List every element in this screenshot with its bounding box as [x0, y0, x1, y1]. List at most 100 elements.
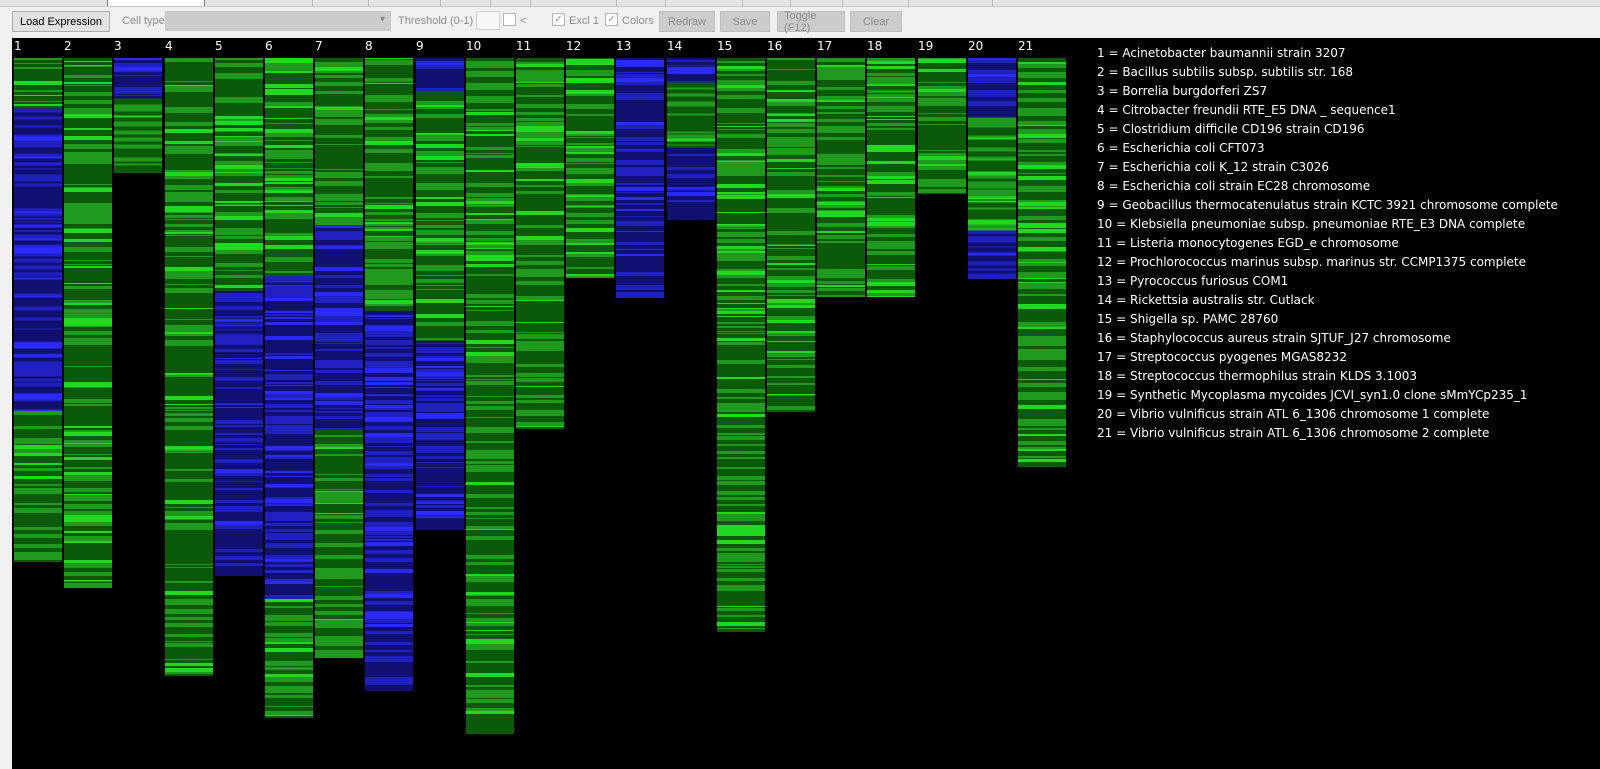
- less-than-label: <: [520, 15, 527, 27]
- legend-item-name: Prochlorococcus marinus subsp. marinus s…: [1129, 255, 1527, 269]
- legend-item: 9 = Geobacillus thermocatenulatus strain…: [1097, 196, 1558, 215]
- legend-separator: =: [1112, 331, 1130, 345]
- legend-item-id: 3: [1097, 84, 1105, 98]
- column-header: 11: [516, 39, 532, 53]
- column-header: 21: [1018, 39, 1034, 53]
- legend-item: 17 = Streptococcus pyogenes MGAS8232: [1097, 348, 1558, 367]
- column-header: 2: [64, 39, 72, 53]
- legend-item-name: Escherichia coli strain EC28 chromosome: [1122, 179, 1371, 193]
- column-header: 13: [616, 39, 632, 53]
- tab-separator: [992, 0, 993, 6]
- column-header: 5: [215, 39, 223, 53]
- chromosome-bar[interactable]: [14, 58, 62, 562]
- legend-item-id: 9: [1097, 198, 1105, 212]
- excl-1-checkbox[interactable]: ✓: [552, 13, 565, 26]
- chromosome-bar[interactable]: [64, 58, 112, 588]
- chromosome-bar[interactable]: [516, 58, 564, 429]
- chevron-down-icon: ▾: [379, 14, 385, 25]
- legend-separator: =: [1104, 179, 1123, 193]
- legend-item-id: 4: [1097, 103, 1105, 117]
- legend-item: 3 = Borrelia burgdorferi ZS7: [1097, 82, 1558, 101]
- tab-separator: [368, 0, 369, 6]
- column-header: 7: [315, 39, 323, 53]
- chromosome-canvas[interactable]: 1 2 3 4 5 6 7 8 9 10 11 12 13 14 15 16 17 18 19 20 21 1 = Ac…: [12, 38, 1600, 769]
- chromosome-bar[interactable]: [717, 58, 765, 632]
- legend-separator: =: [1104, 46, 1123, 60]
- clear-button[interactable]: Clear: [850, 11, 902, 32]
- legend-item-id: 8: [1097, 179, 1105, 193]
- legend-item: 11 = Listeria monocytogenes EGD_e chromo…: [1097, 234, 1558, 253]
- save-button[interactable]: Save: [720, 11, 770, 32]
- tab-separator: [312, 0, 313, 6]
- column-header: 4: [165, 39, 173, 53]
- column-header: 9: [416, 39, 424, 53]
- legend-separator: =: [1112, 217, 1130, 231]
- tab-chromosomes-view[interactable]: [107, 0, 205, 6]
- tab-separator: [790, 0, 791, 6]
- chromosome-bar[interactable]: [616, 58, 664, 298]
- legend-item: 16 = Staphylococcus aureus strain SJTUF_…: [1097, 329, 1558, 348]
- chromosome-bar[interactable]: [165, 58, 213, 676]
- chromosome-bar[interactable]: [365, 58, 413, 691]
- legend-separator: =: [1112, 274, 1130, 288]
- legend-item-id: 11: [1097, 236, 1113, 250]
- chromosome-bar[interactable]: [817, 58, 865, 297]
- chromosome-bar[interactable]: [215, 58, 263, 576]
- legend-item-id: 10: [1097, 217, 1113, 231]
- legend-item: 2 = Bacillus subtilis subsp. subtilis st…: [1097, 63, 1558, 82]
- chromosome-bar[interactable]: [265, 58, 313, 718]
- redraw-button[interactable]: Redraw: [659, 11, 715, 32]
- load-expression-button[interactable]: Load Expression: [12, 11, 110, 32]
- legend-item-id: 15: [1097, 312, 1113, 326]
- excl-1-label: Excl 1: [569, 15, 599, 27]
- legend-item-name: Escherichia coli CFT073: [1122, 141, 1265, 155]
- legend-item: 5 = Clostridium difficile CD196 strain C…: [1097, 120, 1558, 139]
- tab-separator: [616, 0, 617, 6]
- chromosome-bar[interactable]: [918, 58, 966, 194]
- legend-item: 10 = Klebsiella pneumoniae subsp. pneumo…: [1097, 215, 1558, 234]
- legend-separator: =: [1104, 160, 1123, 174]
- legend-separator: =: [1104, 103, 1123, 117]
- chromosome-bar[interactable]: [114, 58, 162, 173]
- chromosome-bar[interactable]: [968, 58, 1016, 279]
- legend-item-name: Rickettsia australis str. Cutlack: [1129, 293, 1315, 307]
- column-header: 8: [365, 39, 373, 53]
- legend-item: 15 = Shigella sp. PAMC 28760: [1097, 310, 1558, 329]
- less-than-checkbox[interactable]: [503, 13, 516, 26]
- legend-item-name: Escherichia coli K_12 strain C3026: [1122, 160, 1330, 174]
- legend-separator: =: [1112, 388, 1130, 402]
- chromosome-bar[interactable]: [315, 58, 363, 658]
- column-header: 18: [867, 39, 883, 53]
- legend-separator: =: [1112, 236, 1130, 250]
- colors-checkbox[interactable]: ✓: [605, 13, 618, 26]
- chromosome-bar[interactable]: [466, 58, 514, 734]
- chromosome-bar[interactable]: [667, 58, 715, 220]
- check-icon: ✓: [554, 14, 563, 25]
- chromosome-bar[interactable]: [1018, 58, 1066, 467]
- legend-item-name: Citrobacter freundii RTE_E5 DNA _ sequen…: [1122, 103, 1396, 117]
- legend-separator: =: [1104, 65, 1123, 79]
- chromosome-bar[interactable]: [867, 58, 915, 297]
- column-header: 19: [918, 39, 934, 53]
- legend-item: 14 = Rickettsia australis str. Cutlack: [1097, 291, 1558, 310]
- legend-item-id: 18: [1097, 369, 1113, 383]
- chromosome-bar[interactable]: [767, 58, 815, 412]
- cell-type-select[interactable]: ▾: [165, 11, 391, 31]
- legend-item-name: Acinetobacter baumannii strain 3207: [1122, 46, 1346, 60]
- chromosome-bar[interactable]: [566, 58, 614, 278]
- chromosome-bar[interactable]: [416, 58, 464, 530]
- column-header: 16: [767, 39, 783, 53]
- legend-item: 18 = Streptococcus thermophilus strain K…: [1097, 367, 1558, 386]
- legend-separator: =: [1104, 122, 1123, 136]
- colors-label: Colors: [622, 15, 654, 27]
- legend-item-id: 14: [1097, 293, 1113, 307]
- tab-separator: [665, 0, 666, 6]
- toggle-button[interactable]: Toggle (F12): [777, 10, 845, 34]
- column-header: 20: [968, 39, 984, 53]
- legend-item-id: 2: [1097, 65, 1105, 79]
- check-icon: ✓: [607, 14, 616, 25]
- legend-item-name: Staphylococcus aureus strain SJTUF_J27 c…: [1129, 331, 1451, 345]
- legend-item-id: 12: [1097, 255, 1113, 269]
- legend-item-name: Pyrococcus furiosus COM1: [1129, 274, 1289, 288]
- threshold-input[interactable]: [476, 11, 500, 30]
